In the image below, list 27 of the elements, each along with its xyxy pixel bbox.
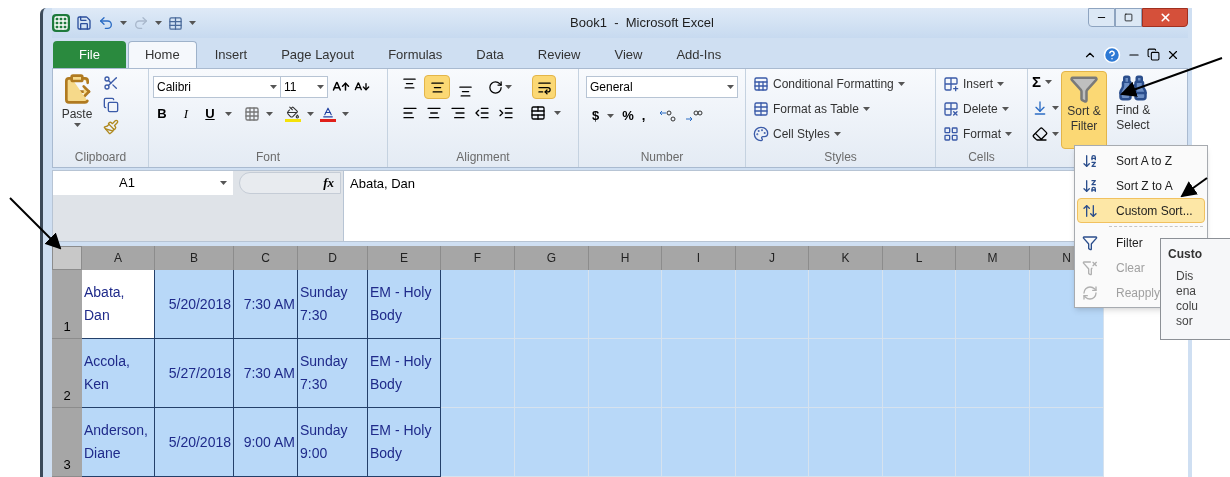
group-label: Styles: [824, 151, 857, 163]
table-cell: Abata, Dan: [82, 270, 155, 339]
window-title: Book1 - Microsoft Excel: [570, 14, 714, 33]
group-label: Font: [256, 151, 280, 163]
group-label: Cells: [968, 151, 995, 163]
group-label: Clipboard: [74, 151, 127, 163]
tooltip-text: sor: [1176, 314, 1194, 329]
table-cell: EM - Holy Body: [368, 408, 441, 477]
table-cell: 5/20/2018: [155, 408, 234, 477]
table-cell: 7:30 AM: [234, 270, 298, 339]
table-cell: Accola, Ken: [82, 339, 155, 408]
table-cell: Sunday 7:30: [298, 339, 368, 408]
tooltip-title: Custo: [1168, 246, 1203, 263]
table-cell: 5/27/2018: [155, 339, 234, 408]
group-label: Alignment: [456, 151, 510, 163]
table-cell: EM - Holy Body: [368, 270, 441, 339]
tooltip-text: ena: [1176, 284, 1198, 299]
table-cell: 9:00 AM: [234, 408, 298, 477]
table-cell: EM - Holy Body: [368, 339, 441, 408]
table-cell: Anderson, Diane: [82, 408, 155, 477]
table-cell: 7:30 AM: [234, 339, 298, 408]
table-cell: 5/20/2018: [155, 270, 234, 339]
tooltip-text: colu: [1176, 299, 1199, 314]
table-cell: Sunday 7:30: [298, 270, 368, 339]
table-cell: Sunday 9:00: [298, 408, 368, 477]
group-label: Number: [640, 151, 684, 163]
tooltip-text: Dis: [1176, 269, 1195, 284]
